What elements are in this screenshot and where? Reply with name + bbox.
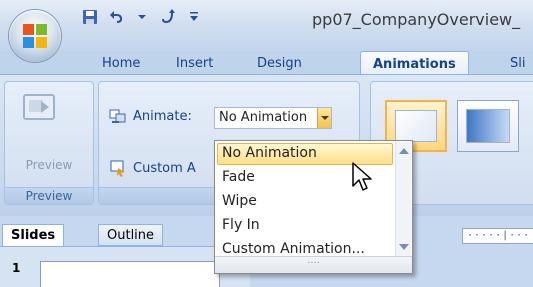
animate-row: Animate: [109, 105, 192, 127]
ruler: ·····|··· [462, 228, 533, 244]
chevron-down-icon[interactable] [317, 108, 331, 128]
tab-home[interactable]: Home [102, 56, 140, 71]
animate-combo-value: No Animation [219, 110, 308, 125]
option-wipe[interactable]: Wipe [217, 191, 393, 213]
customize-qat-icon[interactable] [184, 7, 204, 27]
mouse-cursor-icon [352, 162, 372, 191]
animate-combo[interactable]: No Animation [214, 107, 332, 129]
custom-animation-label[interactable]: Custom A [133, 161, 196, 176]
office-button[interactable] [9, 10, 61, 62]
animate-label: Animate: [133, 108, 192, 124]
tab-slides[interactable]: Slides [2, 224, 65, 246]
slide-number: 1 [12, 261, 21, 275]
office-logo-icon [23, 24, 47, 48]
ribbon-tabs: Home Insert Design Animations Sli [0, 50, 533, 75]
option-fly-in[interactable]: Fly In [217, 215, 393, 237]
tab-slide-show[interactable]: Sli [510, 56, 525, 71]
preview-button[interactable]: Preview [5, 158, 93, 172]
preview-group-label: Preview [5, 187, 93, 204]
custom-animation-icon [110, 160, 125, 177]
resize-grip[interactable]: ···· [215, 256, 412, 273]
redo-icon[interactable] [158, 7, 178, 27]
title-bar: pp07_CompanyOverview_ [0, 0, 533, 50]
dropdown-scrollbar[interactable] [395, 142, 411, 256]
slides-list: 1 [0, 246, 250, 287]
scroll-down-icon[interactable] [399, 244, 409, 250]
transition-thumb-fade[interactable] [457, 100, 519, 152]
tab-insert[interactable]: Insert [176, 56, 213, 71]
tab-design[interactable]: Design [257, 56, 302, 71]
scroll-up-icon[interactable] [399, 148, 409, 154]
quick-access-toolbar [80, 5, 204, 29]
chevron-down-icon[interactable] [132, 7, 152, 27]
custom-animation-row[interactable]: Custom A [109, 157, 196, 179]
animate-dropdown: No Animation Fade Wipe Fly In Custom Ani… [214, 140, 413, 274]
window-title: pp07_CompanyOverview_ [312, 10, 521, 29]
undo-icon[interactable] [106, 7, 126, 27]
animate-icon [109, 109, 126, 123]
tab-animations[interactable]: Animations [360, 51, 469, 75]
preview-group: Preview Preview [4, 81, 94, 205]
slide-thumbnail[interactable] [40, 261, 220, 287]
save-icon[interactable] [80, 7, 100, 27]
tab-outline[interactable]: Outline [98, 224, 164, 246]
preview-icon[interactable] [21, 90, 57, 126]
